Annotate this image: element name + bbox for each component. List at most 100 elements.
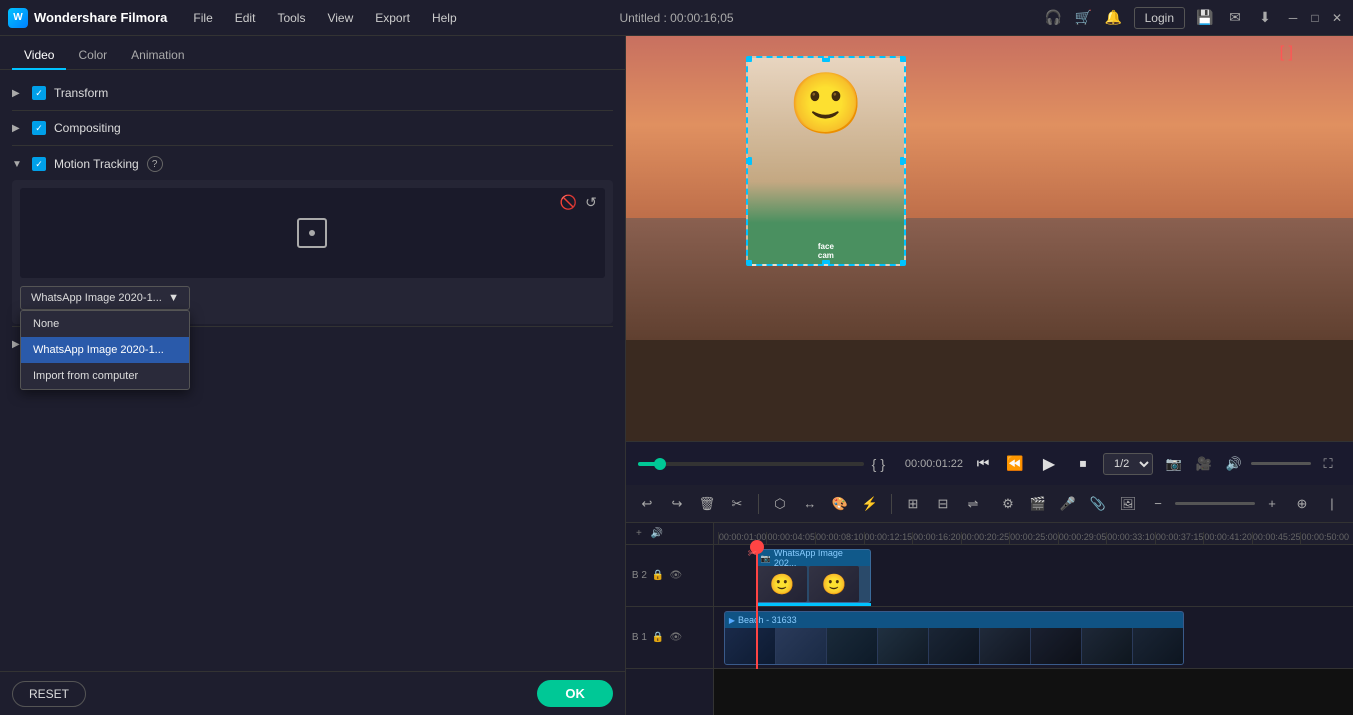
speed-button[interactable]: ⚡	[857, 491, 883, 517]
track-1-visible[interactable]: 👁	[669, 631, 683, 645]
mail-icon[interactable]: ✉	[1225, 8, 1245, 28]
zoom-out-button[interactable]: −	[1145, 491, 1171, 517]
close-button[interactable]: ✕	[1329, 10, 1345, 26]
ruler-mark-4: 00:00:16:20	[912, 532, 961, 544]
play-button[interactable]: ▶	[1035, 450, 1063, 478]
zoom-slider[interactable]	[1175, 502, 1255, 505]
bracket-left[interactable]: {	[872, 456, 877, 472]
app-logo: W Wondershare Filmora	[8, 8, 167, 28]
menu-tools[interactable]: Tools	[267, 7, 315, 29]
fullscreen-icon[interactable]: ⛶	[1315, 451, 1341, 477]
tracking-subject-dropdown[interactable]: WhatsApp Image 2020-1... ▼	[20, 286, 190, 310]
dropdown-option-none[interactable]: None	[21, 311, 189, 337]
timeline-scrubber[interactable]	[638, 462, 864, 466]
maximize-button[interactable]: □	[1307, 10, 1323, 26]
headphones-icon[interactable]: 🎧	[1044, 8, 1064, 28]
playhead[interactable]: ✂	[756, 545, 758, 669]
undo-button[interactable]: ↩	[634, 491, 660, 517]
tab-color[interactable]: Color	[66, 42, 119, 70]
motion-tracking-help-icon[interactable]: ?	[147, 156, 163, 172]
audio-mixer-button[interactable]: ⇌	[960, 491, 986, 517]
tracking-preview: 🚫 ↺	[20, 188, 605, 278]
speed-icon[interactable]: 🎬	[1025, 491, 1051, 517]
split-button[interactable]: |	[1319, 491, 1345, 517]
handle-tr[interactable]	[900, 56, 906, 62]
track-add-button[interactable]: ⊞	[900, 491, 926, 517]
progress-thumb[interactable]	[654, 458, 666, 470]
reset-button[interactable]: RESET	[12, 681, 86, 707]
audio-icon[interactable]: 🔊	[650, 527, 664, 541]
video-clip-label-bar: ▶ Beach - 31633	[725, 612, 1183, 628]
cart-icon[interactable]: 🛒	[1074, 8, 1094, 28]
add-marker-button[interactable]: ⊕	[1289, 491, 1315, 517]
rewind-frame-button[interactable]: ⏮	[971, 452, 995, 476]
mic-icon[interactable]: 🎤	[1055, 491, 1081, 517]
playback-ratio-select[interactable]: 1/2	[1103, 453, 1153, 475]
ok-button[interactable]: OK	[537, 680, 613, 707]
section-motion-tracking[interactable]: ▼ ✓ Motion Tracking ?	[0, 148, 625, 180]
menu-file[interactable]: File	[183, 7, 222, 29]
timeline-left-controls: + 🔊	[626, 523, 714, 545]
section-compositing[interactable]: ▶ ✓ Compositing	[0, 113, 625, 143]
transform-button[interactable]: ↔	[797, 491, 823, 517]
color-button[interactable]: 🎨	[827, 491, 853, 517]
transport-icons: 📷 🎥 🔊 ⛶	[1161, 451, 1341, 477]
motion-tracking-checkbox[interactable]: ✓	[32, 157, 46, 171]
track-1-lock[interactable]: 🔒	[651, 631, 665, 645]
minimize-button[interactable]: ─	[1285, 10, 1301, 26]
tracking-dropdown-menu: None WhatsApp Image 2020-1... Import fro…	[20, 310, 190, 390]
stop-button[interactable]: ⏹	[1071, 452, 1095, 476]
tab-animation[interactable]: Animation	[119, 42, 196, 70]
menu-help[interactable]: Help	[422, 7, 467, 29]
screenshot-icon[interactable]: 📷	[1161, 451, 1187, 477]
menu-view[interactable]: View	[317, 7, 363, 29]
tracking-icons-top: 🚫 ↺	[560, 194, 597, 211]
login-button[interactable]: Login	[1134, 7, 1185, 29]
track-labels: + 🔊 B 2 🔒 👁 B 1 🔒 👁	[626, 523, 714, 715]
handle-tl[interactable]	[746, 56, 752, 62]
handle-mr[interactable]	[900, 157, 906, 165]
menu-edit[interactable]: Edit	[225, 7, 266, 29]
transform-checkbox[interactable]: ✓	[32, 86, 46, 100]
bracket-right[interactable]: }	[880, 456, 885, 472]
timeline-tracks: + 🔊 B 2 🔒 👁 B 1 🔒 👁	[626, 523, 1353, 715]
bell-icon[interactable]: 🔔	[1104, 8, 1124, 28]
menu-export[interactable]: Export	[365, 7, 420, 29]
step-back-button[interactable]: ⏪	[1003, 452, 1027, 476]
delete-button[interactable]: 🗑	[694, 491, 720, 517]
download-icon[interactable]: ⬇	[1255, 8, 1275, 28]
handle-br[interactable]	[900, 260, 906, 266]
handle-tm[interactable]	[822, 56, 830, 62]
track-2-lock[interactable]: 🔒	[651, 569, 665, 583]
clip-icon[interactable]: 📎	[1085, 491, 1111, 517]
track-2-visible[interactable]: 👁	[669, 569, 683, 583]
effects-icon[interactable]: ⚙	[995, 491, 1021, 517]
handle-ml[interactable]	[746, 157, 752, 165]
add-track-icon[interactable]: +	[632, 527, 646, 541]
image-clip[interactable]: 📷 WhatsApp Image 202... 🙂 🙂	[756, 549, 871, 603]
audio-settings-icon[interactable]: 🔊	[1221, 451, 1247, 477]
tracking-dot	[309, 230, 315, 236]
camera-icon[interactable]: 🎥	[1191, 451, 1217, 477]
dropdown-option-whatsapp[interactable]: WhatsApp Image 2020-1...	[21, 337, 189, 363]
crop-button[interactable]: ⬡	[767, 491, 793, 517]
scissors-button[interactable]: ✂	[724, 491, 750, 517]
ruler-mark-1: 00:00:04:05	[766, 532, 815, 544]
dropdown-option-import[interactable]: Import from computer	[21, 363, 189, 389]
handle-bl[interactable]	[746, 260, 752, 266]
track-selection-indicator	[756, 603, 871, 606]
image-icon[interactable]: 🖼	[1115, 491, 1141, 517]
tab-video[interactable]: Video	[12, 42, 66, 70]
redo-button[interactable]: ↪	[664, 491, 690, 517]
zoom-in-button[interactable]: +	[1259, 491, 1285, 517]
overlay-image[interactable]: 🙂 facecam	[746, 56, 906, 266]
volume-slider[interactable]	[1251, 462, 1311, 465]
hide-tracking-icon[interactable]: 🚫	[560, 194, 577, 211]
refresh-tracking-icon[interactable]: ↺	[585, 194, 597, 211]
video-clip[interactable]: ▶ Beach - 31633	[724, 611, 1184, 665]
compositing-checkbox[interactable]: ✓	[32, 121, 46, 135]
track-fit-button[interactable]: ⊟	[930, 491, 956, 517]
save-icon[interactable]: 💾	[1195, 8, 1215, 28]
section-transform[interactable]: ▶ ✓ Transform	[0, 78, 625, 108]
handle-bm[interactable]	[822, 260, 830, 266]
